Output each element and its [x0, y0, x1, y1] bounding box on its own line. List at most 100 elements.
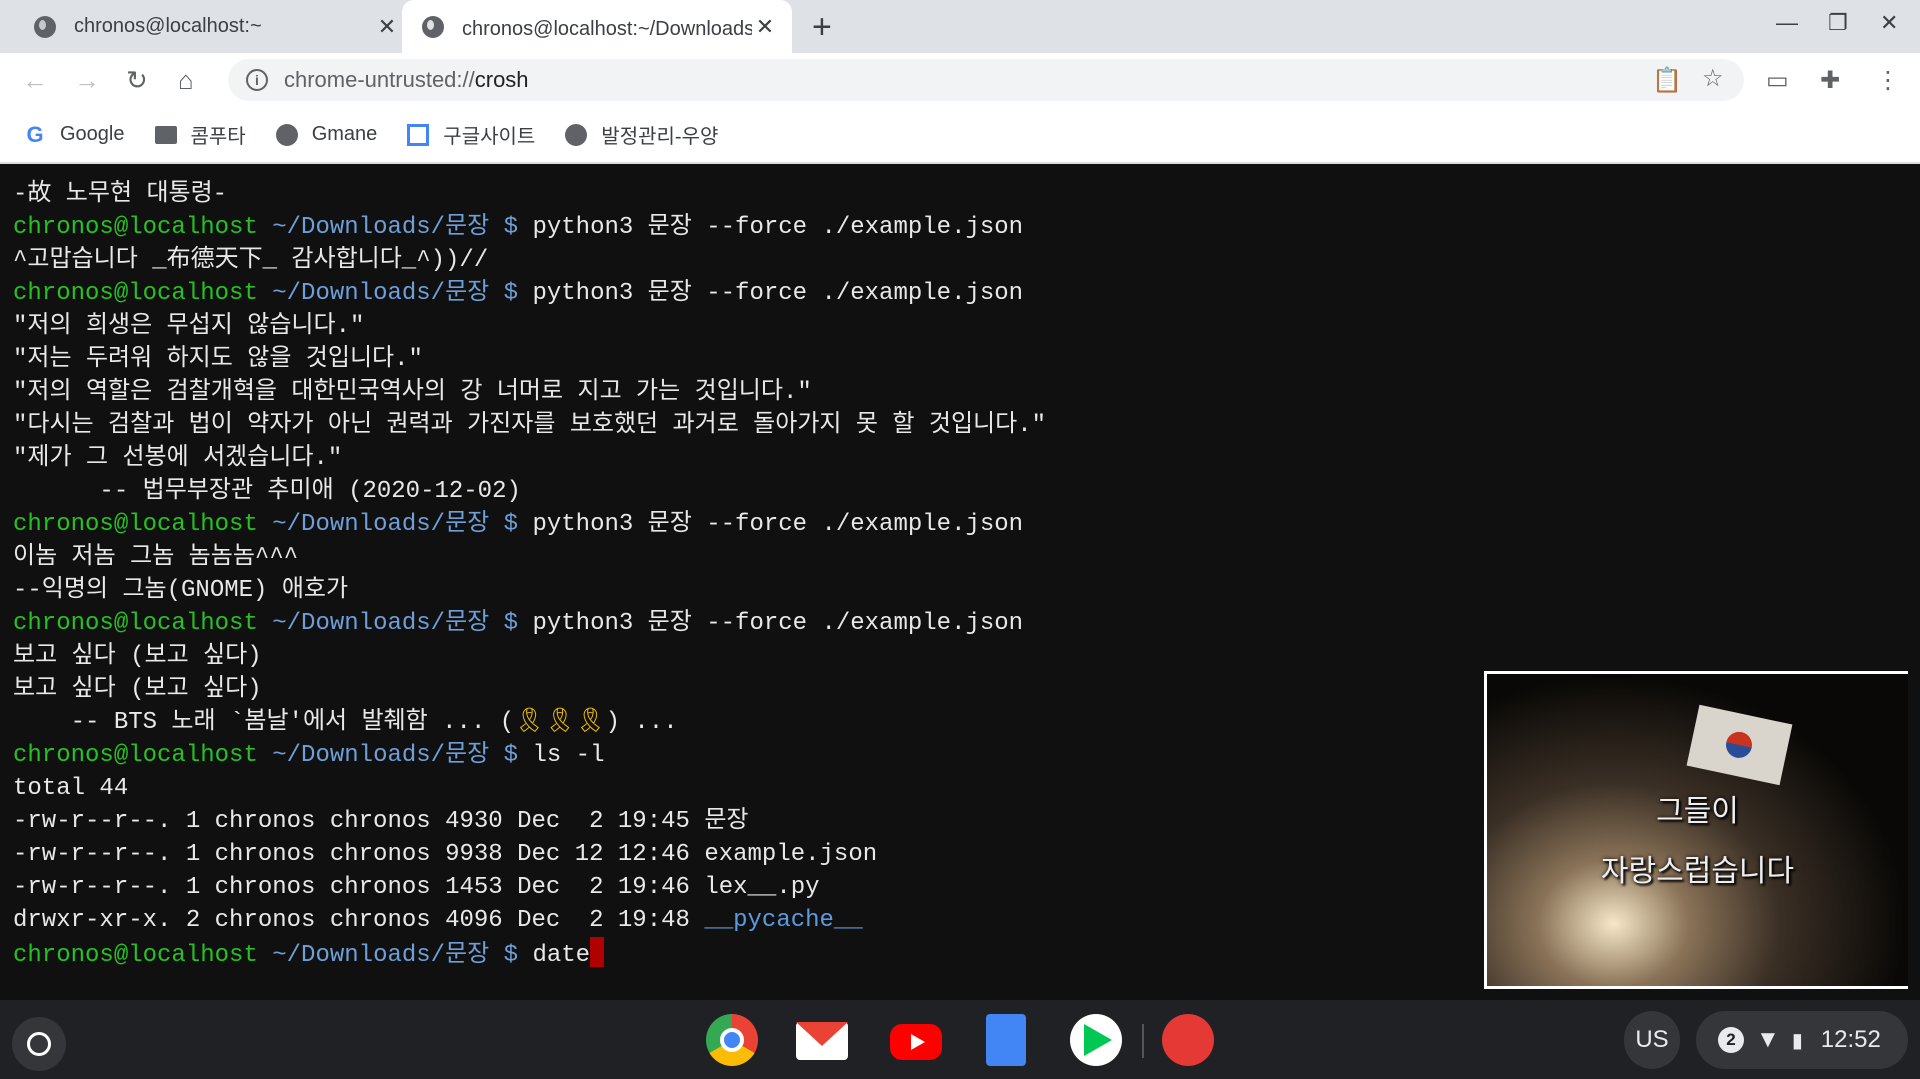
prompt-line: chronos@localhost ~/Downloads/문장 $ pytho… — [13, 211, 1920, 244]
picture-in-picture-video[interactable]: 그들이 자랑스럽습니다 — [1484, 671, 1908, 989]
play-store-icon[interactable] — [1070, 1014, 1122, 1066]
folder-icon — [154, 125, 177, 144]
output-text: -- BTS 노래 `봄날'에서 발췌함 ... ( — [13, 709, 515, 736]
back-button[interactable]: ← — [22, 65, 48, 96]
output-text: total 44 — [13, 775, 129, 802]
info-icon[interactable]: i — [246, 69, 268, 91]
url-scheme: chrome-untrusted:// — [284, 67, 475, 92]
output-text: drwxr-xr-x. 2 chronos chronos 4096 Dec 2… — [13, 907, 705, 934]
korean-flag-image — [1686, 704, 1793, 786]
output-text: "저의 희생은 무섭지 않습니다." — [13, 313, 365, 340]
cursor — [590, 937, 605, 967]
tab-downloads[interactable]: chronos@localhost:~/Downloads/문장 ✕ — [402, 0, 792, 53]
output-text: -rw-r--r--. 1 chronos chronos 9938 Dec 1… — [13, 841, 878, 868]
tab-title: chronos@localhost:~/Downloads/문장 — [462, 18, 752, 40]
command-text: python3 문장 --force ./example.json — [532, 280, 1024, 307]
video-subtitle-line2: 자랑스럽습니다 — [1600, 855, 1795, 888]
prompt-dir: ~/Downloads/문장 $ — [272, 742, 519, 769]
bookmark-sites[interactable]: 구글사이트 — [407, 120, 535, 149]
menu-icon[interactable]: ⋮ — [1876, 66, 1900, 95]
bookmark-folder[interactable]: 콤푸타 — [154, 120, 246, 149]
launcher-button[interactable] — [12, 1017, 66, 1071]
output-line: 보고 싶다 (보고 싶다) — [13, 640, 1920, 673]
output-text: -- 법무부장관 추미애 (2020-12-02) — [13, 478, 521, 505]
bookmark-gmane[interactable]: Gmane — [275, 123, 378, 146]
output-text: ^고맙습니다 _布德天下_ 감사합니다_^))// — [13, 247, 489, 274]
command-text: date — [532, 942, 591, 969]
prompt-dir: ~/Downloads/문장 $ — [272, 214, 519, 241]
output-text: 이놈 저놈 그놈 놈놈놈^^^ — [13, 544, 299, 571]
output-text: "제가 그 선봉에 서겠습니다." — [13, 445, 343, 472]
video-subtitle-line1: 그들이 — [1656, 795, 1739, 828]
globe-icon — [275, 123, 298, 146]
shelf: US 2 ▼ ▮ 12:52 — [0, 1000, 1920, 1079]
system-tray[interactable]: 2 ▼ ▮ 12:52 — [1696, 1011, 1908, 1069]
prompt-line: chronos@localhost ~/Downloads/문장 $ pytho… — [13, 277, 1920, 310]
output-text: ) ... — [605, 709, 678, 736]
shelf-divider — [1142, 1024, 1144, 1058]
globe-icon — [34, 15, 56, 38]
bookmark-label: 콤푸타 — [190, 126, 246, 148]
prompt-line: chronos@localhost ~/Downloads/문장 $ pytho… — [13, 607, 1920, 640]
close-tab-button[interactable]: ✕ — [374, 14, 400, 40]
output-text: 보고 싶다 (보고 싶다) — [13, 643, 262, 670]
battery-icon: ▮ — [1791, 1029, 1803, 1052]
prompt-dir: ~/Downloads/문장 $ — [272, 511, 519, 538]
output-line: "저의 역할은 검찰개혁을 대한민국역사의 강 너머로 지고 가는 것입니다." — [13, 376, 1920, 409]
ime-indicator[interactable]: US — [1624, 1011, 1680, 1069]
output-text: "저의 역할은 검찰개혁을 대한민국역사의 강 너머로 지고 가는 것입니다." — [13, 379, 812, 406]
minimize-button[interactable]: — — [1776, 10, 1798, 36]
clipboard-icon[interactable]: 📋 — [1652, 66, 1682, 95]
command-text: python3 문장 --force ./example.json — [532, 511, 1024, 538]
bookmark-google[interactable]: G Google — [24, 121, 125, 147]
prompt-user: chronos@localhost — [13, 742, 258, 769]
tab-home[interactable]: chronos@localhost:~ ✕ — [0, 0, 400, 53]
command-text: python3 문장 --force ./example.json — [532, 214, 1024, 241]
docs-icon[interactable] — [986, 1014, 1026, 1066]
toolbar: ← → ↻ ⌂ i chrome-untrusted://crosh 📋 ☆ ▭… — [0, 53, 1920, 107]
side-panel-icon[interactable]: ▭ — [1766, 66, 1789, 95]
sites-icon — [407, 123, 430, 146]
reload-button[interactable]: ↻ — [126, 65, 148, 96]
output-line: "저의 희생은 무섭지 않습니다." — [13, 310, 1920, 343]
screen-recorder-icon[interactable] — [1162, 1014, 1214, 1066]
command-text: python3 문장 --force ./example.json — [532, 610, 1024, 637]
extensions-icon[interactable]: ✚ — [1820, 66, 1840, 95]
bookmark-label: 발정관리-우양 — [601, 126, 719, 148]
star-icon[interactable]: ☆ — [1702, 64, 1724, 93]
output-line: "다시는 검찰과 법이 약자가 아닌 권력과 가진자를 보호했던 과거로 돌아가… — [13, 409, 1920, 442]
close-window-button[interactable]: ✕ — [1880, 10, 1898, 36]
url-host: crosh — [474, 67, 529, 92]
clock: 12:52 — [1820, 1026, 1881, 1053]
bookmarks-bar: G Google 콤푸타 Gmane 구글사이트 발정관리-우양 — [0, 107, 1920, 164]
output-text: "저는 두려워 하지도 않을 것입니다." — [13, 346, 423, 373]
wifi-icon: ▼ — [1756, 1026, 1780, 1053]
bookmark-label: 구글사이트 — [443, 126, 536, 148]
prompt-dir: ~/Downloads/문장 $ — [272, 280, 519, 307]
globe-icon — [422, 15, 444, 38]
output-line: "제가 그 선봉에 서겠습니다." — [13, 442, 1920, 475]
prompt-user: chronos@localhost — [13, 610, 258, 637]
restore-button[interactable]: ❐ — [1828, 10, 1848, 36]
bookmark-label: Google — [60, 123, 125, 145]
prompt-user: chronos@localhost — [13, 511, 258, 538]
output-text: -rw-r--r--. 1 chronos chronos 4930 Dec 2… — [13, 808, 749, 835]
google-icon: G — [26, 121, 44, 147]
prompt-user: chronos@localhost — [13, 942, 258, 969]
home-button[interactable]: ⌂ — [178, 65, 194, 96]
tab-title: chronos@localhost:~ — [74, 15, 262, 37]
forward-button[interactable]: → — [74, 65, 100, 96]
bookmark-globe[interactable]: 발정관리-우양 — [565, 120, 718, 149]
chrome-icon[interactable] — [706, 1014, 758, 1066]
prompt-dir: ~/Downloads/문장 $ — [272, 610, 519, 637]
prompt-dir: ~/Downloads/문장 $ — [272, 942, 519, 969]
youtube-icon[interactable] — [890, 1024, 942, 1060]
notification-count: 2 — [1718, 1027, 1744, 1053]
close-tab-button[interactable]: ✕ — [752, 14, 778, 40]
output-line: -故 노무현 대통령- — [13, 178, 1920, 211]
gmail-icon[interactable] — [796, 1022, 848, 1060]
new-tab-button[interactable]: + — [812, 8, 832, 47]
bookmark-label: Gmane — [311, 123, 378, 145]
output-text: --익명의 그놈(GNOME) 애호가 — [13, 577, 349, 604]
address-bar[interactable]: i chrome-untrusted://crosh 📋 ☆ — [228, 59, 1744, 101]
